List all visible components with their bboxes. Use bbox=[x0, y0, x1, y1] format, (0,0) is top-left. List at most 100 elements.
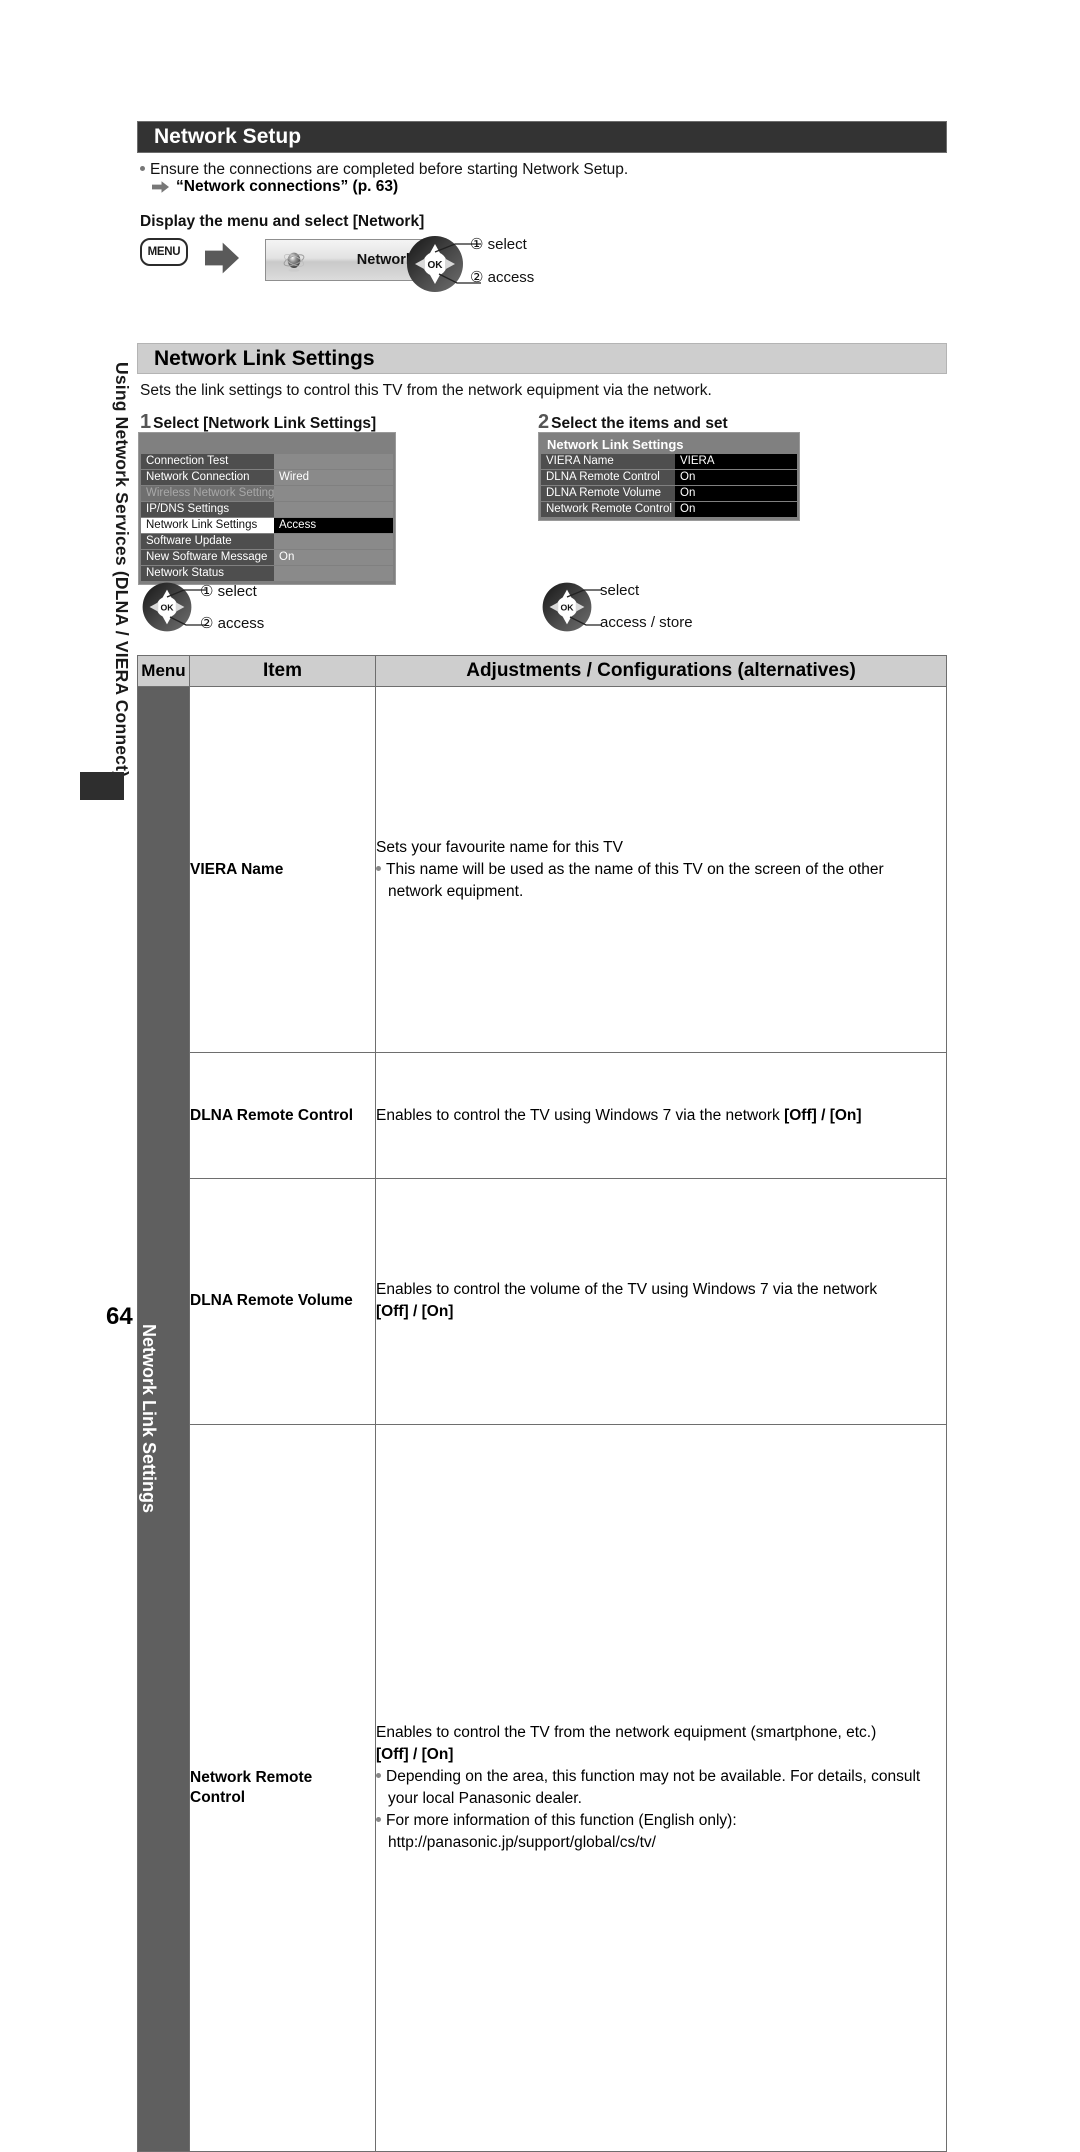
tv-menu-row-value: Access bbox=[274, 518, 393, 533]
table-row: DLNA Remote VolumeEnables to control the… bbox=[138, 1178, 947, 1424]
tv-menu-row-label: Software Update bbox=[141, 534, 274, 549]
tv-menu-title-network bbox=[141, 435, 393, 454]
tv-menu-row[interactable]: Wireless Network Settings bbox=[141, 486, 393, 501]
tv-menu-row[interactable]: Connection Test bbox=[141, 454, 393, 469]
tv-menu-row-label: VIERA Name bbox=[541, 454, 675, 469]
tv-menu-row[interactable]: VIERA NameVIERA bbox=[541, 454, 797, 469]
table-item-cell: VIERA Name bbox=[190, 687, 376, 1053]
tv-menu-row-value bbox=[274, 486, 393, 501]
tv-menu-row-label: Network Remote Control bbox=[541, 502, 675, 517]
network-connections-reference: “Network connections” (p. 63) bbox=[152, 178, 398, 196]
table-item-cell: DLNA Remote Control bbox=[190, 1053, 376, 1179]
table-adjustment-line: Sets your favourite name for this TV bbox=[376, 837, 946, 859]
settings-table: Menu Item Adjustments / Configurations (… bbox=[137, 655, 947, 2152]
tv-menu-row[interactable]: DLNA Remote ControlOn bbox=[541, 470, 797, 485]
step2-number: 2 bbox=[538, 411, 549, 433]
tv-menu-row-value bbox=[274, 566, 393, 581]
table-header-menu: Menu bbox=[138, 656, 190, 687]
step1-callout-select: ① select bbox=[200, 582, 257, 600]
dpad-callout-lines-step2 bbox=[558, 583, 606, 633]
tv-menu-row-value: Wired bbox=[274, 470, 393, 485]
tv-menu-row-value: On bbox=[675, 470, 797, 485]
table-row: Network Link SettingsVIERA NameSets your… bbox=[138, 687, 947, 1053]
page-number: 64 bbox=[106, 1303, 133, 1331]
tv-menu-row[interactable]: New Software MessageOn bbox=[141, 550, 393, 565]
tv-menu-row[interactable]: Network Link SettingsAccess bbox=[141, 518, 393, 533]
table-row: Network RemoteControlEnables to control … bbox=[138, 1424, 947, 2151]
table-adjustments-cell: Enables to control the TV using Windows … bbox=[376, 1053, 947, 1179]
table-adjustments-cell: Enables to control the volume of the TV … bbox=[376, 1178, 947, 1424]
tv-menu-row-label: New Software Message bbox=[141, 550, 274, 565]
tv-menu-row-label: Wireless Network Settings bbox=[141, 486, 274, 501]
table-header-row: Menu Item Adjustments / Configurations (… bbox=[138, 656, 947, 687]
table-item-label: Control bbox=[190, 1788, 375, 1808]
step1-number: 1 bbox=[140, 411, 151, 433]
tv-menu-row-value: VIERA bbox=[675, 454, 797, 469]
tv-menu-row-label: Connection Test bbox=[141, 454, 274, 469]
tv-menu-row-label: Network Connection bbox=[141, 470, 274, 485]
table-header-adjustments: Adjustments / Configurations (alternativ… bbox=[376, 656, 947, 687]
step1-title: Select [Network Link Settings] bbox=[153, 415, 376, 432]
step2-callout-access-store: access / store bbox=[600, 614, 693, 631]
table-adjustment-line: Enables to control the volume of the TV … bbox=[376, 1279, 946, 1301]
table-adjustment-line: http://panasonic.jp/support/global/cs/tv… bbox=[376, 1832, 946, 1854]
tv-menu-row[interactable]: Network Status bbox=[141, 566, 393, 581]
tv-menu-row[interactable]: Software Update bbox=[141, 534, 393, 549]
table-menu-group-label: Network Link Settings bbox=[138, 687, 159, 2151]
tv-menu-row-label: DLNA Remote Volume bbox=[541, 486, 675, 501]
tv-menu-row-label: Network Status bbox=[141, 566, 274, 581]
table-header-item: Item bbox=[190, 656, 376, 687]
tv-menu-row[interactable]: IP/DNS Settings bbox=[141, 502, 393, 517]
section-title-network-link-settings: Network Link Settings bbox=[137, 343, 947, 374]
flow-arrow-icon bbox=[205, 242, 239, 274]
side-vertical-tab-label: Using Network Services (DLNA / VIERA Con… bbox=[98, 362, 132, 762]
table-adjustment-line: Enables to control the TV using Windows … bbox=[376, 1105, 946, 1127]
page-title-network-setup: Network Setup bbox=[137, 121, 947, 153]
table-item-label: Network Remote bbox=[190, 1768, 375, 1788]
table-adjustment-line: network equipment. bbox=[376, 881, 946, 903]
tv-menu-row-label: IP/DNS Settings bbox=[141, 502, 274, 517]
tv-menu-row-value bbox=[274, 534, 393, 549]
table-adjustments-cell: Sets your favourite name for this TVThis… bbox=[376, 687, 947, 1053]
table-row: DLNA Remote ControlEnables to control th… bbox=[138, 1053, 947, 1179]
display-menu-instruction: Display the menu and select [Network] bbox=[140, 212, 424, 233]
tv-menu-screenshot-link-settings: Network Link Settings VIERA NameVIERADLN… bbox=[538, 432, 800, 521]
tv-menu-rows-link-settings: VIERA NameVIERADLNA Remote ControlOnDLNA… bbox=[541, 454, 797, 517]
table-adjustment-line: For more information of this function (E… bbox=[376, 1810, 946, 1832]
table-adjustment-line: Enables to control the TV from the netwo… bbox=[376, 1722, 946, 1744]
tv-menu-row-label: DLNA Remote Control bbox=[541, 470, 675, 485]
tv-menu-row-value: On bbox=[274, 550, 393, 565]
tv-menu-title-link-settings: Network Link Settings bbox=[541, 435, 797, 454]
table-item-cell: Network RemoteControl bbox=[190, 1424, 376, 2151]
tv-menu-row-value bbox=[274, 454, 393, 469]
globe-icon bbox=[280, 247, 308, 275]
table-adjustment-line: Depending on the area, this function may… bbox=[376, 1766, 946, 1788]
tv-menu-screenshot-network: Connection TestNetwork ConnectionWiredWi… bbox=[138, 432, 396, 585]
table-menu-group-cell: Network Link Settings bbox=[138, 687, 190, 2152]
network-link-settings-description: Sets the link settings to control this T… bbox=[140, 381, 930, 402]
tv-menu-row[interactable]: Network ConnectionWired bbox=[141, 470, 393, 485]
step1-callout-access: ② access bbox=[200, 614, 264, 632]
table-item-cell: DLNA Remote Volume bbox=[190, 1178, 376, 1424]
step2-callout-select: select bbox=[600, 582, 639, 599]
tv-menu-row-value bbox=[274, 502, 393, 517]
tv-menu-row[interactable]: Network Remote ControlOn bbox=[541, 502, 797, 517]
network-connections-reference-label: “Network connections” (p. 63) bbox=[176, 178, 398, 196]
side-black-tab-marker bbox=[80, 772, 124, 800]
right-arrow-icon bbox=[152, 181, 169, 194]
tv-menu-row-label: Network Link Settings bbox=[141, 518, 274, 533]
tv-menu-row[interactable]: DLNA Remote VolumeOn bbox=[541, 486, 797, 501]
table-adjustments-cell: Enables to control the TV from the netwo… bbox=[376, 1424, 947, 2151]
tv-menu-row-value: On bbox=[675, 502, 797, 517]
dpad-callout-access-setup: ② access bbox=[470, 268, 534, 286]
table-adjustment-line: [Off] / [On] bbox=[376, 1744, 946, 1766]
menu-button[interactable]: MENU bbox=[140, 238, 188, 266]
tv-menu-rows-network: Connection TestNetwork ConnectionWiredWi… bbox=[141, 454, 393, 581]
table-adjustment-line: your local Panasonic dealer. bbox=[376, 1788, 946, 1810]
tv-menu-row-value: On bbox=[675, 486, 797, 501]
table-adjustment-line: [Off] / [On] bbox=[376, 1301, 946, 1323]
network-menu-tile[interactable]: Network bbox=[265, 239, 425, 281]
step2-title: Select the items and set bbox=[551, 415, 728, 432]
dpad-callout-select-setup: ① select bbox=[470, 235, 527, 253]
table-adjustment-line: This name will be used as the name of th… bbox=[376, 859, 946, 881]
